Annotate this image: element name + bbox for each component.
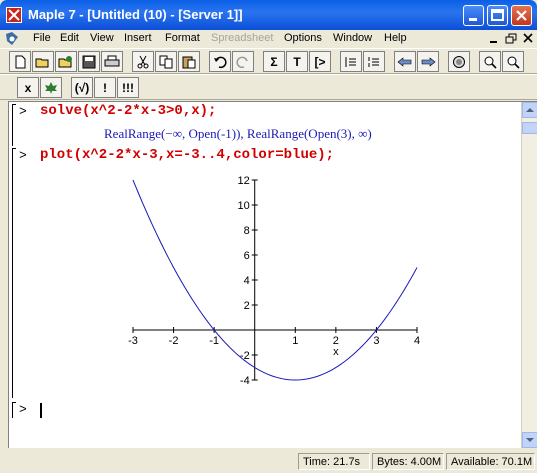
forward-icon[interactable] <box>417 51 439 72</box>
plot-x-tick-label: 1 <box>292 335 298 347</box>
main-toolbar: Σ T [> <box>0 48 537 74</box>
open-url-icon[interactable] <box>55 51 77 72</box>
doc-close-icon[interactable] <box>521 32 535 45</box>
plot-x-tick-label: -3 <box>128 335 138 347</box>
print-icon[interactable] <box>101 51 123 72</box>
group-bracket-3 <box>12 402 16 418</box>
plot-x-tick-label: -1 <box>209 335 219 347</box>
plot-y-tick-label: 8 <box>244 225 250 237</box>
execute-all-button[interactable]: !!! <box>117 77 139 98</box>
scroll-up-icon[interactable] <box>522 102 537 118</box>
undo-icon[interactable] <box>209 51 231 72</box>
group-icon[interactable] <box>340 51 362 72</box>
status-bar: Time: 21.7s Bytes: 4.00M Available: 70.1… <box>0 449 537 473</box>
plot-curve <box>132 179 418 381</box>
scroll-down-icon[interactable] <box>522 432 537 448</box>
prompt-2: > <box>19 148 27 163</box>
status-available: Available: 70.1M <box>446 453 535 470</box>
doc-restore-icon[interactable] <box>504 32 518 45</box>
status-bytes: Bytes: 4.00M <box>372 453 444 470</box>
menu-window[interactable]: Window <box>333 32 372 44</box>
plot-x-tick-label: 3 <box>373 335 379 347</box>
redo-icon <box>232 51 254 72</box>
menu-spreadsheet: Spreadsheet <box>211 32 274 44</box>
status-time: Time: 21.7s <box>298 453 370 470</box>
menu-file[interactable]: File <box>33 32 51 44</box>
zoom-out-icon[interactable] <box>502 51 524 72</box>
plot-ticks: -3 -2 -1 1 2 3 4-4-224681012 <box>128 175 420 387</box>
sigma-icon[interactable]: Σ <box>263 51 285 72</box>
plot-y-tick-label: 10 <box>237 200 249 212</box>
open-icon[interactable] <box>32 51 54 72</box>
menu-edit[interactable]: Edit <box>60 32 79 44</box>
save-icon[interactable] <box>78 51 100 72</box>
stop-icon[interactable] <box>448 51 470 72</box>
output-solve: RealRange(−∞, Open(-1)), RealRange(Open(… <box>104 126 372 141</box>
text-cursor <box>40 403 42 418</box>
document-control-icon[interactable] <box>4 31 20 47</box>
plot-y-tick-label: 12 <box>237 175 249 187</box>
group-bracket-2 <box>12 148 16 398</box>
command-solve[interactable]: solve(x^2-2*x-3>0,x); <box>40 103 216 119</box>
plot-y-tick-label: -4 <box>240 375 250 387</box>
minimize-button[interactable] <box>463 5 484 26</box>
menu-options[interactable]: Options <box>284 32 322 44</box>
plot-axes <box>133 180 417 380</box>
title-bar[interactable]: Maple 7 - [Untitled (10) - [Server 1]] <box>0 0 537 30</box>
maximize-button[interactable] <box>487 5 508 26</box>
plot-y-tick-label: 4 <box>244 275 250 287</box>
close-button[interactable] <box>511 5 532 26</box>
plot-x-tick-label: -2 <box>169 335 179 347</box>
worksheet[interactable]: > solve(x^2-2*x-3>0,x); RealRange(−∞, Op… <box>8 101 537 448</box>
maple-leaf-icon[interactable] <box>40 77 62 98</box>
plot-area[interactable]: -3 -2 -1 1 2 3 4-4-224681012 x <box>121 172 431 398</box>
math-mode-x-button[interactable]: x <box>17 77 39 98</box>
maple-window: Maple 7 - [Untitled (10) - [Server 1]] F… <box>0 0 537 473</box>
plot-x-tick-label: 4 <box>414 335 420 347</box>
window-title: Maple 7 - [Untitled (10) - [Server 1]] <box>28 7 243 22</box>
back-icon[interactable] <box>394 51 416 72</box>
prompt-1: > <box>19 104 27 119</box>
menu-view[interactable]: View <box>90 32 114 44</box>
menu-help[interactable]: Help <box>384 32 407 44</box>
context-toolbar: x (√) ! !!! <box>0 74 537 100</box>
execute-button[interactable]: ! <box>94 77 116 98</box>
doc-minimize-icon[interactable] <box>487 32 501 45</box>
paste-icon[interactable] <box>178 51 200 72</box>
ungroup-icon[interactable] <box>363 51 385 72</box>
text-icon[interactable]: T <box>286 51 308 72</box>
zoom-in-icon[interactable] <box>479 51 501 72</box>
plot-y-tick-label: 2 <box>244 300 250 312</box>
menu-insert[interactable]: Insert <box>124 32 152 44</box>
plot-y-tick-label: 6 <box>244 250 250 262</box>
vertical-scrollbar[interactable] <box>521 102 537 448</box>
scroll-thumb[interactable] <box>522 122 537 134</box>
plot-x-label: x <box>333 346 339 358</box>
menu-bar: File Edit View Insert Format Spreadsheet… <box>0 30 537 48</box>
maple-app-icon[interactable] <box>6 7 22 23</box>
check-syntax-button[interactable]: (√) <box>71 77 93 98</box>
insert-prompt-icon[interactable]: [> <box>309 51 331 72</box>
prompt-3: > <box>19 402 27 417</box>
copy-icon[interactable] <box>155 51 177 72</box>
cut-icon[interactable] <box>132 51 154 72</box>
command-plot[interactable]: plot(x^2-2*x-3,x=-3..4,color=blue); <box>40 147 334 163</box>
menu-format[interactable]: Format <box>165 32 200 44</box>
group-bracket-1 <box>12 104 16 146</box>
new-icon[interactable] <box>9 51 31 72</box>
